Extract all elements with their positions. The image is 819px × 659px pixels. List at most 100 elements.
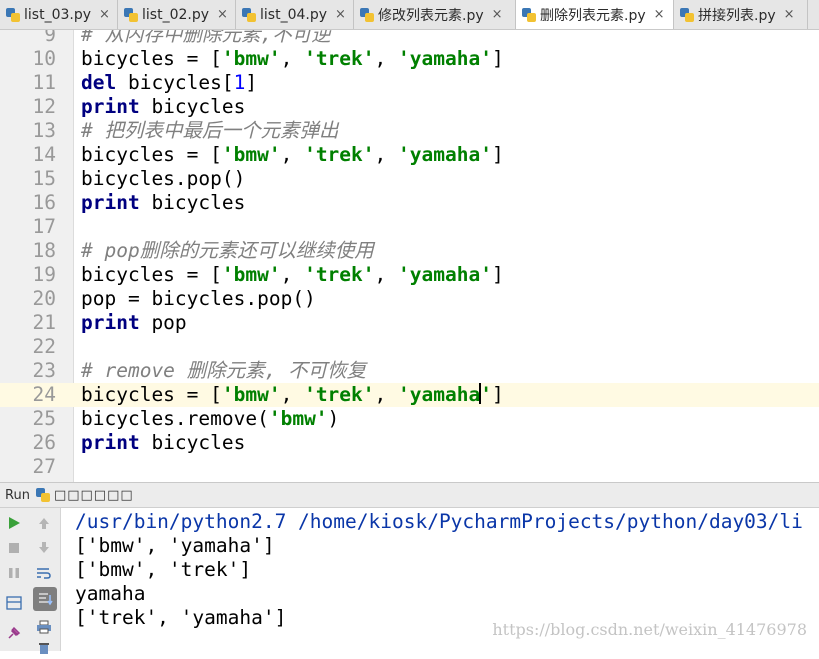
code-line[interactable]: 19 bicycles = ['bmw', 'trek', 'yamaha'] [0,263,819,287]
tab-label: list_04.py [260,6,327,23]
code-token: bicycles[ [116,71,234,94]
run-icon[interactable] [3,512,25,534]
line-number: 18 [32,239,56,262]
code-text: bicycles = ['bmw', 'trek', 'yamaha'] [81,263,504,287]
code-keyword: del [81,71,117,94]
pin-icon[interactable] [3,622,25,644]
code-token: bicycles [139,191,246,214]
code-token: , [374,383,399,406]
code-token: ] [491,383,504,406]
code-string: 'trek' [304,263,375,286]
tab-concat-list[interactable]: 拼接列表.py × [674,0,808,29]
code-line[interactable]: 17 [0,215,819,239]
python-file-icon [680,7,694,22]
close-icon[interactable]: × [99,7,110,22]
code-line[interactable]: 20 pop = bicycles.pop() [0,287,819,311]
code-text: pop = bicycles.pop() [81,287,316,311]
code-line[interactable]: 16 print bicycles [0,191,819,215]
close-icon[interactable]: × [784,7,795,22]
console-output-line: ['trek', 'yamaha'] [75,606,287,629]
console-output-line: yamaha [75,582,146,605]
code-token: , [374,47,399,70]
code-string: 'trek' [304,383,375,406]
soft-wrap-icon[interactable] [33,562,55,584]
python-file-icon [35,488,50,502]
code-line[interactable]: 26 print bicycles [0,431,819,455]
console-output-line: ['bmw', 'yamaha'] [75,534,275,557]
run-config-name[interactable]: □□□□□□ [54,488,134,503]
code-text: bicycles.remove('bmw') [81,407,339,431]
code-token: bicycles = [ [81,47,222,70]
code-token: , [374,143,399,166]
down-arrow-icon[interactable] [33,537,55,559]
code-string: 'bmw' [221,263,281,286]
layout-icon[interactable] [3,592,25,614]
line-number: 11 [32,71,56,94]
code-comment: # 把列表中最后一个元素弹出 [81,119,339,142]
tab-overflow[interactable] [808,0,819,29]
code-line[interactable]: 24 bicycles = ['bmw', 'trek', 'yamaha'] [0,383,819,407]
code-token: bicycles [139,95,246,118]
code-line[interactable]: 15 bicycles.pop() [0,167,819,191]
close-icon[interactable]: × [335,7,346,22]
code-line[interactable]: 18 # pop删除的元素还可以继续使用 [0,239,819,263]
code-line[interactable]: 22 [0,335,819,359]
tab-label: 修改列表元素.py [378,7,484,24]
code-token: bicycles.remove( [81,407,269,430]
close-icon[interactable]: × [217,7,228,22]
line-number: 21 [32,311,56,334]
console-output-line: ['bmw', 'trek'] [75,558,252,581]
code-text: bicycles = ['bmw', 'trek', 'yamaha'] [81,143,504,167]
run-toolbar [0,508,61,654]
scroll-to-end-icon[interactable] [33,587,57,611]
tab-list-03[interactable]: list_03.py × [0,0,118,29]
code-line[interactable]: 25 bicycles.remove('bmw') [0,407,819,431]
code-line[interactable]: 14 bicycles = ['bmw', 'trek', 'yamaha'] [0,143,819,167]
code-string: 'yamaha' [398,47,492,70]
delete-icon[interactable] [33,637,55,659]
code-comment: # pop删除的元素还可以继续使用 [81,239,374,262]
python-file-icon [242,7,256,22]
code-keyword: print [81,191,140,214]
tab-list-02[interactable]: list_02.py × [118,0,236,29]
code-editor[interactable]: 9 # 从内存中删除元素,不可逆 10 bicycles = ['bmw', 'tre… [0,30,819,482]
code-keyword: print [81,95,140,118]
tab-label: list_03.py [24,6,91,23]
code-line[interactable]: 11 del bicycles[1] [0,71,819,95]
code-text: # remove 删除元素, 不可恢复 [81,359,366,383]
code-token: , [280,383,305,406]
close-icon[interactable]: × [492,7,503,22]
close-icon[interactable]: × [654,7,665,22]
code-token: , [280,47,305,70]
line-number: 13 [32,119,56,142]
code-token: , [374,263,399,286]
code-string: 'yamaha' [398,263,492,286]
tab-label: 删除列表元素.py [540,7,646,24]
python-file-icon [124,7,138,22]
code-keyword: print [81,311,140,334]
code-text: del bicycles[1] [81,71,257,95]
tab-modify-list-elements[interactable]: 修改列表元素.py × [354,0,516,29]
up-arrow-icon[interactable] [33,512,55,534]
code-line[interactable]: 13 # 把列表中最后一个元素弹出 [0,119,819,143]
print-icon[interactable] [33,616,55,638]
code-string: 'bmw' [268,407,328,430]
stop-icon[interactable] [3,537,25,559]
tab-list-04[interactable]: list_04.py × [236,0,354,29]
code-token: ] [491,263,504,286]
code-line[interactable]: 10 bicycles = ['bmw', 'trek', 'yamaha'] [0,47,819,71]
code-string: 'bmw' [221,143,281,166]
watermark: https://blog.csdn.net/weixin_41476978 [492,620,807,639]
code-line[interactable]: 12 print bicycles [0,95,819,119]
code-line[interactable]: 21 print pop [0,311,819,335]
tab-delete-list-elements[interactable]: 删除列表元素.py × [516,0,674,29]
editor-tab-bar: list_03.py × list_02.py × list_04.py × 修… [0,0,819,30]
code-line[interactable]: 27 [0,455,819,479]
line-number: 24 [0,383,56,407]
code-token: pop [139,311,187,334]
code-token: , [280,143,305,166]
code-line[interactable]: 9 # 从内存中删除元素,不可逆 [0,30,819,47]
code-line[interactable]: 23 # remove 删除元素, 不可恢复 [0,359,819,383]
pause-icon[interactable] [3,562,25,584]
console-command-line[interactable]: /usr/bin/python2.7 /home/kiosk/PycharmPr… [75,510,803,534]
